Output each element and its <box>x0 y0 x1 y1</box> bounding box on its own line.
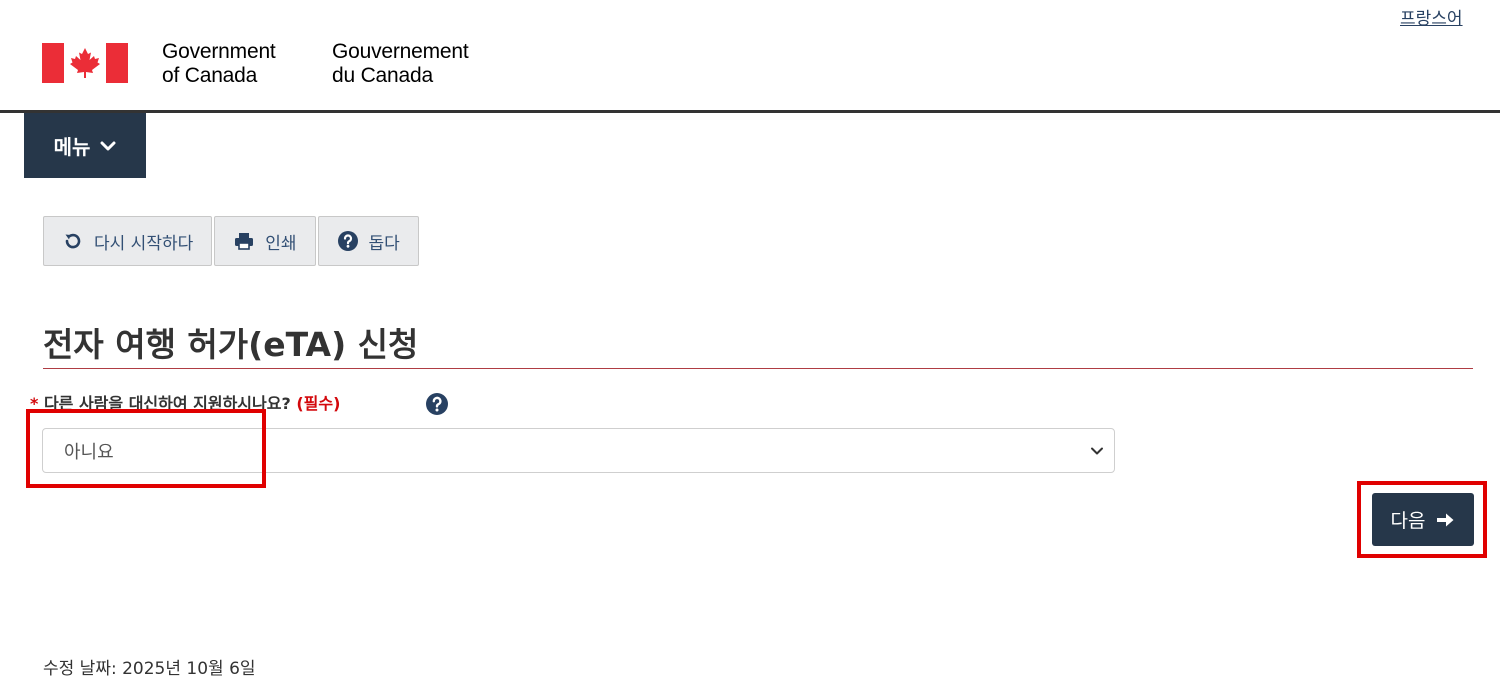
help-label: 돕다 <box>368 233 400 254</box>
title-underline <box>43 368 1473 369</box>
restart-label: 다시 시작하다 <box>94 233 194 254</box>
signature-fr-line2: du Canada <box>332 64 433 87</box>
signature-fr-line1: Gouvernement <box>332 40 469 63</box>
date-modified-label: 수정 날짜: <box>43 659 117 679</box>
header-divider <box>0 110 1500 113</box>
page-title: 전자 여행 허가(eTA) 신청 <box>43 325 419 364</box>
question-circle-icon <box>337 231 358 251</box>
refresh-icon <box>65 233 81 249</box>
chevron-down-icon <box>1091 447 1103 455</box>
highlight-box-select <box>26 409 266 488</box>
print-button[interactable]: 인쇄 <box>214 216 316 266</box>
signature-en-line1: Government <box>162 40 276 63</box>
date-modified: 수정 날짜: 2025년 10월 6일 <box>43 654 256 679</box>
language-toggle-link[interactable]: 프랑스어 <box>1400 4 1463 29</box>
date-modified-value: 2025년 10월 6일 <box>122 659 256 679</box>
chevron-down-icon <box>100 141 116 150</box>
help-button[interactable]: 돕다 <box>317 216 419 266</box>
signature-english: Government of Canada <box>162 40 276 88</box>
canada-flag-logo <box>42 43 128 83</box>
printer-icon <box>235 233 254 250</box>
signature-en-line2: of Canada <box>162 64 258 87</box>
menu-label: 메뉴 <box>53 135 91 159</box>
menu-button[interactable]: 메뉴 <box>24 113 146 178</box>
highlight-box-next <box>1357 481 1487 558</box>
required-label: (필수) <box>296 394 341 413</box>
signature-french: Gouvernement du Canada <box>332 40 469 88</box>
question-help-icon[interactable] <box>425 392 449 416</box>
action-toolbar: 다시 시작하다 인쇄 돕다 <box>43 216 419 268</box>
print-label: 인쇄 <box>265 233 297 254</box>
restart-button[interactable]: 다시 시작하다 <box>43 216 213 266</box>
